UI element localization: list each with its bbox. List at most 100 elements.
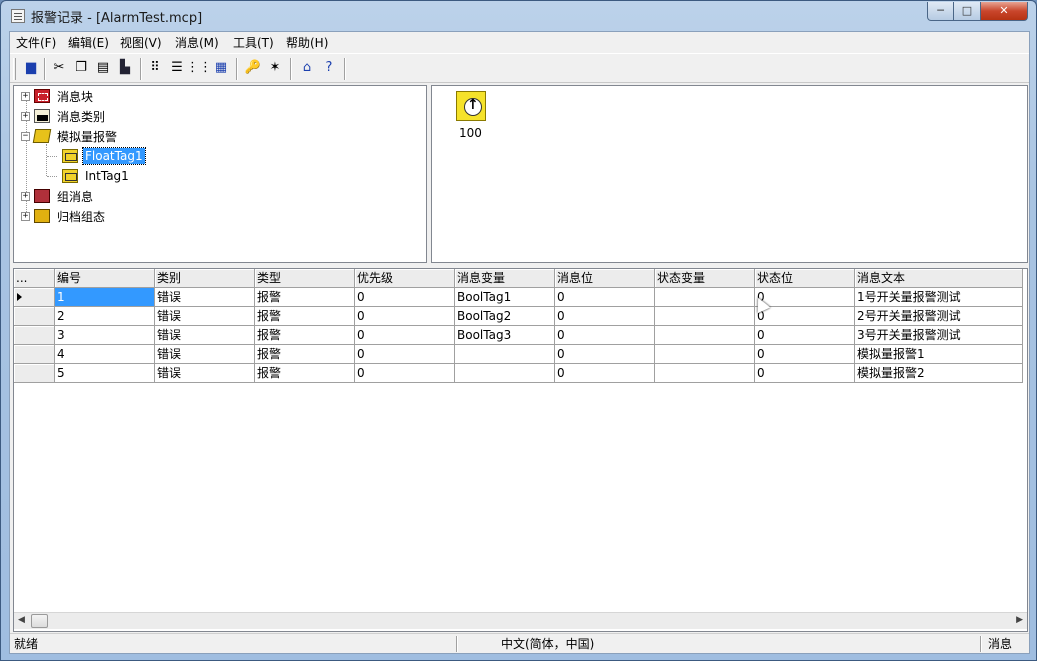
minimize-button[interactable]: ─ (927, 2, 954, 21)
table-cell[interactable] (455, 345, 555, 364)
menu-file[interactable]: 文件(F) (16, 34, 56, 51)
table-cell[interactable] (655, 307, 755, 326)
collapse-icon[interactable]: − (21, 131, 30, 141)
table-cell[interactable]: 0 (355, 307, 455, 326)
row-header[interactable] (14, 364, 55, 383)
app-icon[interactable] (11, 9, 25, 23)
table-cell[interactable] (655, 345, 755, 364)
paste-icon[interactable]: ▤ (94, 59, 112, 77)
row-header[interactable] (14, 345, 55, 364)
column-header[interactable]: 类型 (255, 269, 355, 288)
list-icon[interactable]: ☰ (168, 59, 186, 77)
table-cell[interactable]: 0 (555, 307, 655, 326)
column-header[interactable]: 消息变量 (455, 269, 555, 288)
table-cell[interactable]: 1号开关量报警测试 (855, 288, 1023, 307)
table-cell[interactable]: 0 (755, 288, 855, 307)
table-cell[interactable]: 4 (55, 345, 155, 364)
table-cell[interactable] (655, 288, 755, 307)
table-cell[interactable]: 错误 (155, 326, 255, 345)
table-cell[interactable]: 0 (755, 326, 855, 345)
table-cell[interactable]: 2 (55, 307, 155, 326)
help-icon[interactable]: ? (320, 59, 338, 77)
cut-icon[interactable]: ✂ (50, 59, 68, 77)
scroll-right-icon[interactable]: ▶ (1016, 615, 1023, 625)
properties-icon[interactable]: 🔑 (244, 59, 262, 77)
scroll-left-icon[interactable]: ◀ (18, 615, 25, 625)
tree-node-message-classes[interactable]: + 消息类别 (21, 106, 107, 126)
small-icons-icon[interactable]: ⠿ (146, 59, 164, 77)
title-bar[interactable]: 报警记录 - [AlarmTest.mcp] ─ □ ✕ (1, 1, 1036, 31)
column-header[interactable]: 消息位 (555, 269, 655, 288)
table-cell[interactable]: 2号开关量报警测试 (855, 307, 1023, 326)
tree-node-analog-alarms[interactable]: − 模拟量报警 (21, 126, 119, 146)
table-cell[interactable]: 3号开关量报警测试 (855, 326, 1023, 345)
tree-node-group-messages[interactable]: + 组消息 (21, 186, 95, 206)
table-cell[interactable]: 报警 (255, 326, 355, 345)
expand-icon[interactable]: + (21, 191, 30, 201)
column-header[interactable]: 优先级 (355, 269, 455, 288)
table-cell[interactable]: BoolTag2 (455, 307, 555, 326)
table-cell[interactable]: 0 (355, 364, 455, 383)
column-header[interactable]: 消息文本 (855, 269, 1023, 288)
table-cell[interactable]: 0 (555, 345, 655, 364)
table-cell[interactable]: 错误 (155, 307, 255, 326)
toolbar-grip[interactable] (13, 58, 16, 80)
column-header[interactable]: 状态位 (755, 269, 855, 288)
table-cell[interactable]: 模拟量报警2 (855, 364, 1023, 383)
tree-node-inttag1[interactable]: IntTag1 (58, 166, 131, 186)
tree-pane[interactable]: + 消息块 + 消息类别 − 模拟量报警 FloatTag1 IntTag1 +… (13, 85, 427, 263)
maximize-button[interactable]: □ (954, 2, 981, 21)
table-cell[interactable]: 报警 (255, 345, 355, 364)
limit-alarm-icon[interactable] (456, 91, 486, 121)
expand-icon[interactable]: + (21, 111, 30, 121)
table-cell[interactable]: 错误 (155, 364, 255, 383)
corner-header[interactable]: ... (14, 269, 55, 288)
close-button[interactable]: ✕ (981, 2, 1028, 21)
table-cell[interactable]: 错误 (155, 288, 255, 307)
table-icon[interactable]: ▦ (212, 59, 230, 77)
about-icon[interactable]: ⌂ (298, 59, 316, 77)
table-cell[interactable] (655, 364, 755, 383)
wizard-icon[interactable]: ✶ (266, 59, 284, 77)
table-cell[interactable]: 0 (355, 345, 455, 364)
table-cell[interactable]: BoolTag1 (455, 288, 555, 307)
details-icon[interactable]: ⋮⋮ (186, 59, 212, 77)
table-cell[interactable]: 模拟量报警1 (855, 345, 1023, 364)
table-cell[interactable]: 0 (555, 326, 655, 345)
table-cell[interactable]: 3 (55, 326, 155, 345)
expand-icon[interactable]: + (21, 211, 30, 221)
table-cell[interactable] (455, 364, 555, 383)
menu-view[interactable]: 视图(V) (120, 34, 162, 51)
save-icon[interactable]: ▆ (22, 59, 40, 77)
table-cell[interactable]: 0 (555, 288, 655, 307)
table-cell[interactable]: 1 (55, 288, 155, 307)
row-header[interactable] (14, 307, 55, 326)
table-cell[interactable]: 0 (355, 288, 455, 307)
table-cell[interactable]: 0 (755, 345, 855, 364)
message-table[interactable]: ... 编号 类别 类型 优先级 消息变量 消息位 状态变量 状态位 消息文本 … (13, 268, 1028, 632)
horizontal-scrollbar[interactable]: ◀ ▶ (14, 612, 1027, 629)
menu-tools[interactable]: 工具(T) (233, 34, 274, 51)
table-cell[interactable]: 报警 (255, 307, 355, 326)
expand-icon[interactable]: + (21, 91, 30, 101)
table-cell[interactable]: 报警 (255, 364, 355, 383)
table-cell[interactable]: 错误 (155, 345, 255, 364)
table-cell[interactable]: 报警 (255, 288, 355, 307)
menu-help[interactable]: 帮助(H) (286, 34, 328, 51)
icon-view-pane[interactable]: 100 (431, 85, 1028, 263)
print-icon[interactable]: ▙ (116, 59, 134, 77)
table-cell[interactable]: 0 (755, 364, 855, 383)
tree-node-message-blocks[interactable]: + 消息块 (21, 86, 95, 106)
row-header[interactable] (14, 288, 55, 307)
column-header[interactable]: 状态变量 (655, 269, 755, 288)
menu-edit[interactable]: 编辑(E) (68, 34, 109, 51)
table-cell[interactable]: 0 (355, 326, 455, 345)
row-header[interactable] (14, 326, 55, 345)
scrollbar-thumb[interactable] (31, 614, 48, 628)
table-cell[interactable] (655, 326, 755, 345)
icon-item-label[interactable]: 100 (459, 126, 482, 140)
column-header[interactable]: 类别 (155, 269, 255, 288)
menu-message[interactable]: 消息(M) (175, 34, 219, 51)
tree-node-floattag1[interactable]: FloatTag1 (58, 146, 146, 166)
tree-node-archive-config[interactable]: + 归档组态 (21, 206, 107, 226)
